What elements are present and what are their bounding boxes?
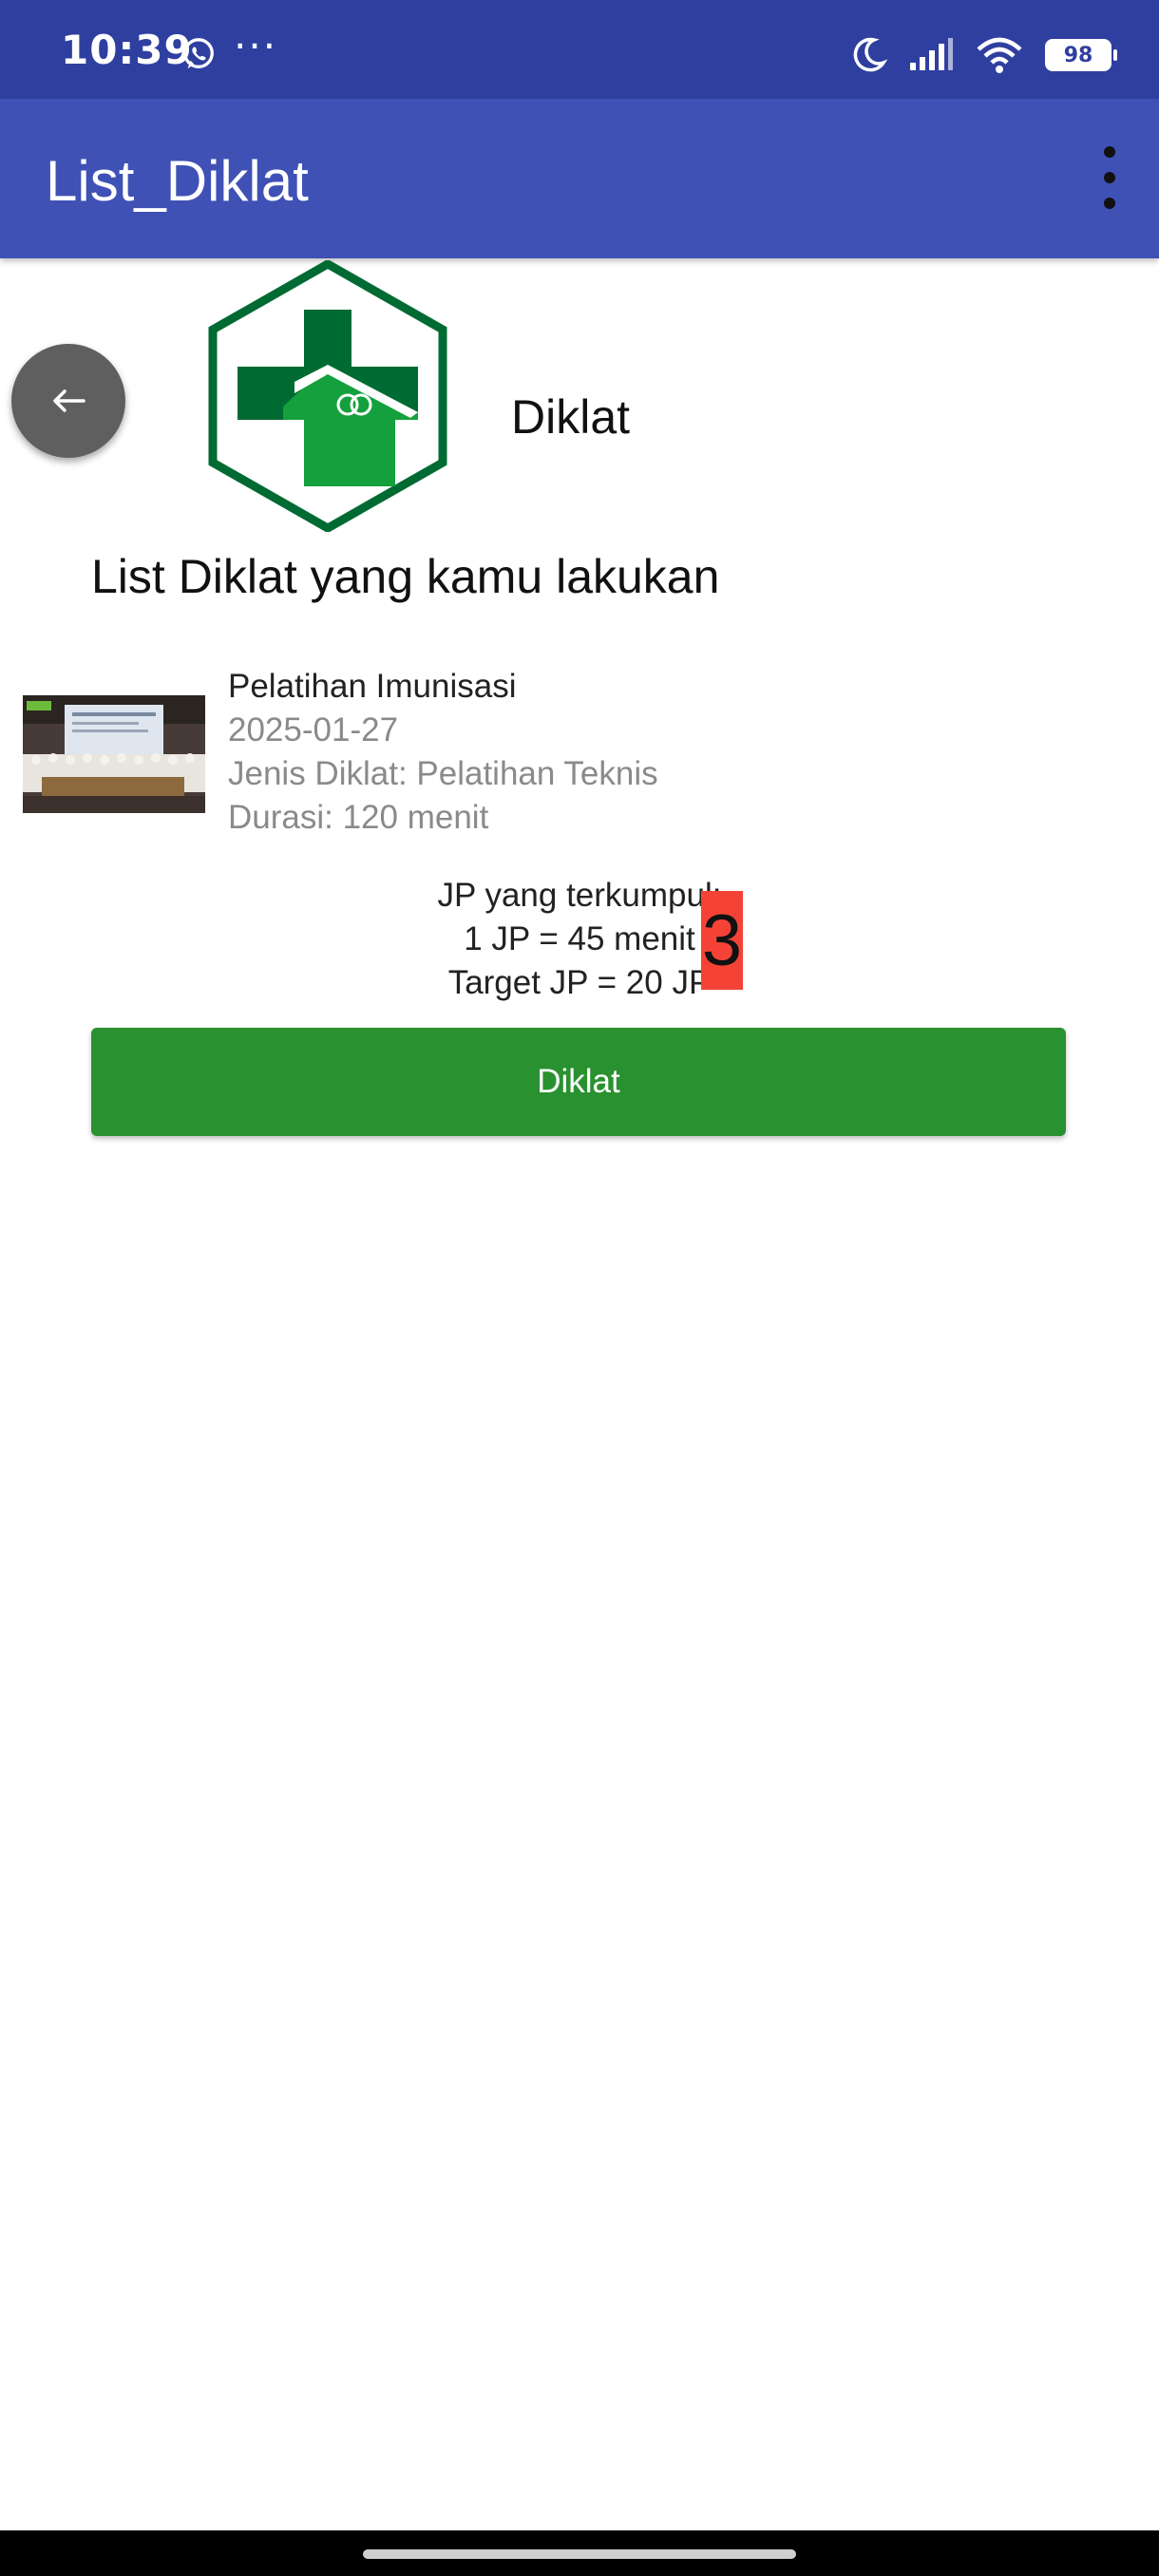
navigation-bar [0, 2530, 1159, 2576]
wifi-icon [977, 37, 1022, 73]
page-title: Diklat [511, 390, 631, 444]
section-title: List Diklat yang kamu lakukan [91, 550, 720, 603]
kemenkes-logo [208, 260, 447, 532]
diklat-date: 2025-01-27 [228, 711, 399, 748]
status-icons: 98 [849, 34, 1117, 76]
moon-icon [853, 37, 887, 72]
diklat-type: Jenis Diklat: Pelatihan Teknis [228, 755, 658, 792]
list-item[interactable]: Pelatihan Imunisasi 2025-01-27 Jenis Dik… [23, 665, 1144, 845]
battery-icon: 98 [1045, 39, 1117, 71]
back-button[interactable] [11, 344, 125, 458]
training-photo [23, 695, 205, 813]
diklat-button[interactable]: Diklat [91, 1028, 1066, 1136]
app-bar: List_Diklat [0, 99, 1159, 258]
more-notifications-icon: ··· [234, 23, 278, 69]
jp-collected-value: 3 [701, 891, 743, 990]
arrow-left-icon [53, 389, 86, 412]
signal-icon [910, 38, 953, 70]
whatsapp-icon [183, 38, 214, 69]
status-time: 10:39 [61, 27, 193, 73]
status-bar: 10:39 ··· 98 [0, 0, 1159, 99]
app-title: List_Diklat [46, 149, 309, 213]
diklat-name: Pelatihan Imunisasi [228, 668, 517, 705]
diklat-duration: Durasi: 120 menit [228, 799, 489, 836]
home-gesture-handle[interactable] [363, 2549, 796, 2559]
list-item-text: Pelatihan Imunisasi 2025-01-27 Jenis Dik… [228, 665, 658, 840]
overflow-menu-icon[interactable] [1098, 146, 1121, 209]
